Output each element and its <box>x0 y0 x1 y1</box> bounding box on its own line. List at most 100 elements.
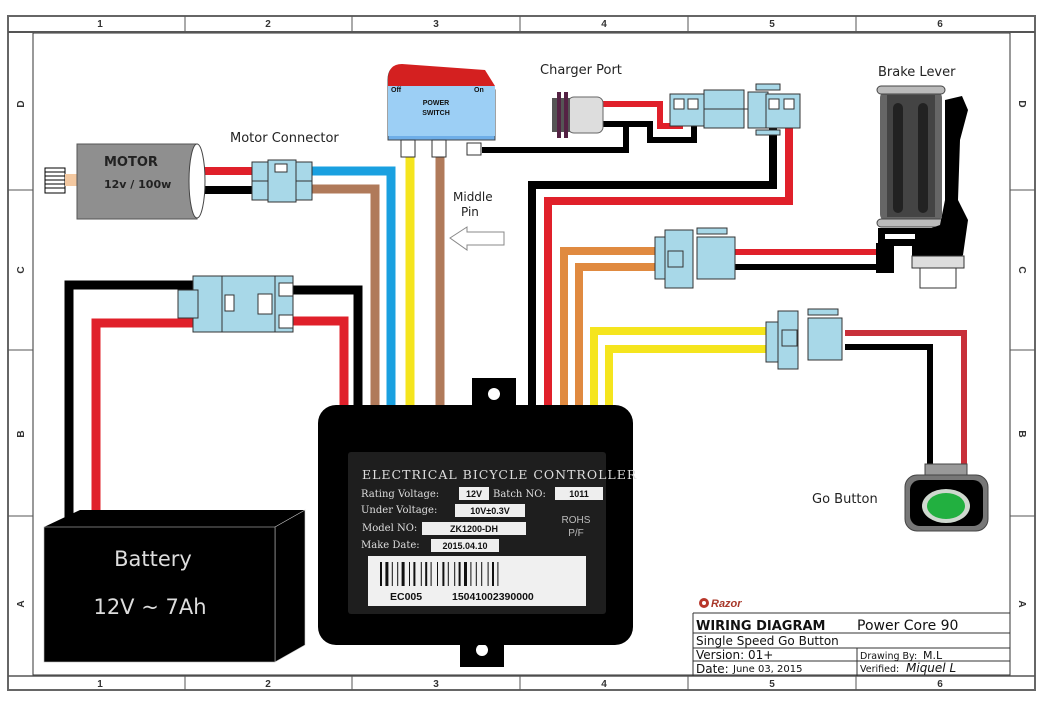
barcode-bar <box>397 562 399 586</box>
wire-go-black <box>845 344 933 465</box>
col-label-top-2: 2 <box>265 19 271 30</box>
motor-title: MOTOR <box>104 155 158 170</box>
barcode-bar <box>401 562 405 586</box>
row-label-right-c: C <box>1016 266 1027 273</box>
barcode-left-text: EC005 <box>390 591 422 603</box>
col-label-top-3: 3 <box>433 19 439 30</box>
middle-pin-line2: Pin <box>461 205 479 219</box>
middle-pin-line1: Middle <box>453 190 493 204</box>
charger-connector <box>669 83 801 136</box>
rating-voltage-value: 12V <box>466 489 482 499</box>
barcode-bar <box>420 562 422 586</box>
row-label-left-c: C <box>16 266 27 273</box>
barcode-bar <box>437 562 438 586</box>
middle-pin-annotation: Middle Pin <box>449 190 505 251</box>
title-date: June 03, 2015 <box>732 664 803 675</box>
power-switch-on: On <box>474 87 484 94</box>
row-label-right-d: D <box>1016 100 1027 107</box>
wire-battery-red-out <box>285 316 349 408</box>
barcode-bar <box>409 562 410 586</box>
row-label-left-a: A <box>16 600 27 607</box>
arrow-left-icon <box>449 226 505 251</box>
barcode-bar <box>391 562 393 586</box>
col-label-bottom-3: 3 <box>433 679 439 690</box>
controller-title: ELECTRICAL BICYCLE CONTROLLER <box>362 467 637 482</box>
verified-label: Verified: <box>860 664 899 675</box>
col-label-bottom-5: 5 <box>769 679 775 690</box>
barcode-bar <box>442 562 445 586</box>
col-label-bottom-1: 1 <box>97 679 103 690</box>
model-value: ZK1200-DH <box>450 524 498 534</box>
col-label-bottom-2: 2 <box>265 679 271 690</box>
power-switch-off: Off <box>391 87 402 94</box>
brand-name: Razor <box>711 598 742 610</box>
battery-connector <box>177 275 294 333</box>
title-product: Power Core 90 <box>857 618 958 634</box>
wire-go-yellow-2 <box>605 345 770 408</box>
barcode-bar <box>492 562 494 586</box>
barcode-bar <box>458 562 461 586</box>
row-label-left-b: B <box>16 430 27 437</box>
make-date-label: Make Date: <box>361 540 420 551</box>
wire-controller-black <box>528 113 777 408</box>
barcode-bar <box>380 562 382 586</box>
row-label-right-a: A <box>1016 600 1027 607</box>
barcode-right-text: 15041002390000 <box>452 591 534 603</box>
title-date-label: Date: <box>696 662 729 676</box>
motor: MOTOR 12v / 100w <box>44 143 206 220</box>
barcode-bar <box>430 562 432 586</box>
power-switch[interactable]: Off On POWER SWITCH <box>387 64 496 158</box>
power-switch-label-1: POWER <box>423 100 449 107</box>
barcode-bar <box>447 562 449 586</box>
rohs-line1: ROHS <box>562 515 591 526</box>
row-label-right-b: B <box>1016 430 1027 437</box>
wire-go-red <box>845 330 967 465</box>
under-voltage-value: 10V±0.3V <box>470 506 509 516</box>
col-label-top-4: 4 <box>601 19 607 30</box>
battery-title: Battery <box>114 547 192 571</box>
title-block: Razor WIRING DIAGRAM Power Core 90 Singl… <box>692 598 1010 676</box>
make-date-value: 2015.04.10 <box>442 541 487 551</box>
barcode-bar <box>413 562 416 586</box>
batch-label: Batch NO: <box>493 489 546 500</box>
wire-go-yellow-1 <box>590 327 770 408</box>
brake-connector <box>654 227 736 289</box>
rohs-line2: P/F <box>568 528 584 539</box>
barcode-bar <box>464 562 467 586</box>
go-button-label: Go Button <box>812 492 878 507</box>
under-voltage-label: Under Voltage: <box>361 505 437 516</box>
col-label-top-5: 5 <box>769 19 775 30</box>
title-subtitle: Single Speed Go Button <box>696 634 839 648</box>
col-label-top-6: 6 <box>937 19 943 30</box>
barcode-bar <box>481 562 483 586</box>
barcode-bar <box>385 562 389 586</box>
verified-by: Miquel L <box>906 661 956 675</box>
barcode-bar <box>497 562 499 586</box>
barcode-bar <box>470 562 472 586</box>
col-label-top-1: 1 <box>97 19 103 30</box>
barcode-bar <box>425 562 428 586</box>
col-label-bottom-6: 6 <box>937 679 943 690</box>
battery: Battery 12V ~ 7Ah <box>43 509 306 663</box>
go-button-connector <box>765 308 843 370</box>
col-label-bottom-4: 4 <box>601 679 607 690</box>
batch-value: 1011 <box>569 489 589 499</box>
motor-spec: 12v / 100w <box>104 178 171 191</box>
barcode-bar <box>475 562 477 586</box>
model-label: Model NO: <box>362 523 417 534</box>
barcode-bar <box>454 562 456 586</box>
brake-lever[interactable]: Brake Lever <box>876 65 968 289</box>
controller: ELECTRICAL BICYCLE CONTROLLER Rating Vol… <box>318 378 637 667</box>
title-heading: WIRING DIAGRAM <box>696 619 825 634</box>
barcode-bar <box>487 562 489 586</box>
battery-spec: 12V ~ 7Ah <box>93 595 206 619</box>
charger-port-label: Charger Port <box>540 63 622 78</box>
row-label-left-d: D <box>16 100 27 107</box>
wire-battery-red <box>91 318 195 515</box>
rating-voltage-label: Rating Voltage: <box>361 489 439 500</box>
motor-connector-label: Motor Connector <box>230 131 339 146</box>
power-switch-label-2: SWITCH <box>422 110 450 117</box>
brake-lever-label: Brake Lever <box>878 65 956 80</box>
go-button[interactable]: Go Button <box>812 463 989 532</box>
wiring-diagram: 1 2 3 4 5 6 1 2 3 4 5 6 D C B A D C B A <box>7 15 1036 691</box>
